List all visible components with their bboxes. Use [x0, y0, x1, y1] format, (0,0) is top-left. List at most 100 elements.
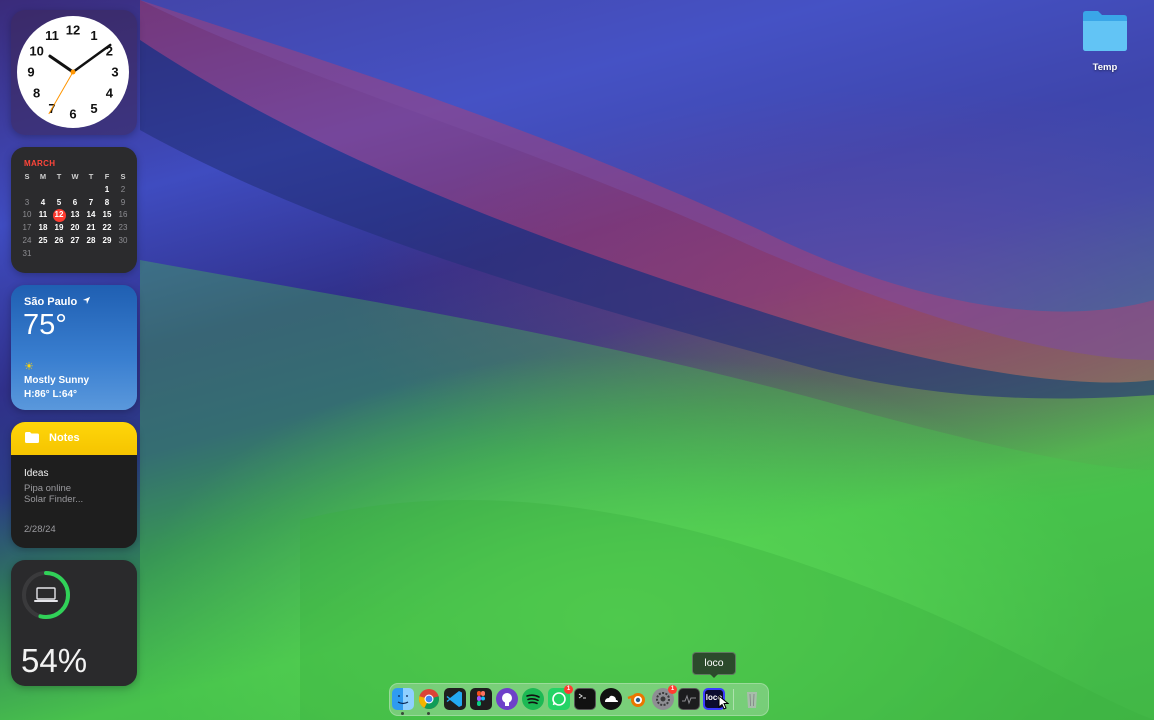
whatsapp-icon[interactable]: 1	[548, 685, 573, 710]
calendar-day	[19, 184, 35, 197]
clock-number: 10	[29, 44, 43, 59]
calendar-weekday: T	[88, 172, 94, 181]
trash-icon[interactable]	[741, 688, 763, 710]
wallpaper	[140, 0, 1154, 720]
clock-center	[70, 69, 76, 75]
dock-separator	[733, 689, 734, 710]
weather-condition: Mostly Sunny	[24, 375, 90, 386]
calendar-month: MARCH	[24, 159, 56, 168]
calendar-day: 31	[22, 248, 32, 258]
chrome-icon[interactable]	[418, 688, 440, 710]
clock-number: 3	[111, 65, 118, 80]
clock-widget[interactable]: 121234567891011	[11, 10, 137, 135]
analog-clock: 121234567891011	[17, 16, 129, 128]
clock-number: 12	[66, 23, 80, 38]
folder-icon	[1083, 11, 1127, 51]
battery-ring	[22, 571, 70, 619]
clock-number: 5	[90, 101, 97, 116]
calendar-day	[51, 248, 67, 261]
notes-header-title: Notes	[49, 432, 80, 444]
terminal-icon[interactable]	[574, 688, 596, 710]
note-title: Ideas	[24, 468, 49, 479]
dock: 1 1 loco	[389, 683, 769, 716]
calendar-day: 19	[54, 223, 64, 233]
spotify-icon[interactable]	[522, 688, 544, 710]
notification-badge: 1	[668, 685, 677, 694]
weather-city: São Paulo	[24, 296, 91, 308]
github-icon[interactable]	[496, 688, 518, 710]
calendar-day	[115, 248, 131, 261]
calendar-day: 11	[38, 210, 48, 220]
settings-gear-icon[interactable]: 1	[652, 685, 677, 710]
calendar-day	[67, 184, 83, 197]
calendar-day: 14	[86, 210, 96, 220]
calendar-week-row: 12	[19, 184, 131, 197]
calendar-day: 4	[40, 197, 46, 207]
calendar-day: 8	[104, 197, 110, 207]
calendar-day: 20	[70, 223, 80, 233]
note-date: 2/28/24	[24, 524, 56, 535]
clock-number: 6	[69, 107, 76, 122]
calendar-weekday: W	[71, 172, 79, 181]
battery-percent: 54%	[21, 642, 88, 679]
calendar-weekday: M	[39, 172, 47, 181]
calendar-week-row: 10 11 12 13 14 15 16	[19, 209, 131, 223]
calendar-week-row: 3456789	[19, 197, 131, 210]
calendar-day	[99, 248, 115, 261]
clock-number: 11	[45, 28, 59, 43]
running-indicator	[427, 712, 430, 715]
cloud-app-icon[interactable]	[600, 688, 622, 710]
battery-widget[interactable]: 54%	[11, 560, 137, 686]
calendar-day	[83, 184, 99, 197]
calendar-day	[35, 248, 51, 261]
calendar-weekday-row: SMTWTFS	[19, 171, 131, 184]
running-indicator	[401, 712, 404, 715]
calendar-day: 17	[22, 223, 32, 233]
clock-number: 8	[33, 86, 40, 101]
calendar-week-row: 24 25 26 27 28 29 30	[19, 235, 131, 248]
dock-tooltip: loco	[692, 652, 736, 678]
folder-icon	[25, 432, 39, 443]
calendar-week-row: 31	[19, 248, 131, 261]
calendar-day: 18	[38, 223, 48, 233]
calendar-day: 25	[38, 235, 48, 245]
desktop-folder-temp[interactable]: Temp	[1080, 10, 1130, 75]
calendar-day: 24	[22, 235, 32, 245]
calendar-day: 10	[22, 210, 32, 220]
desktop: 121234567891011 MARCH SMTWTFS12345678910…	[0, 0, 1154, 720]
sun-icon: ☀	[24, 361, 34, 373]
calendar-today: 12	[51, 209, 67, 223]
calendar-widget[interactable]: MARCH S M T W T F S 1 2 3 4 5 6 7 8 9 10 11 12 13 14 15 16 17 18…	[11, 147, 137, 273]
calendar-day: 7	[88, 197, 94, 207]
weather-high-low: H:86° L:64°	[24, 389, 78, 400]
calendar-day: 3	[24, 197, 30, 207]
notes-widget[interactable]: Notes Ideas Pipa online Solar Finder... …	[11, 422, 137, 548]
calendar-day: 23	[118, 223, 128, 233]
calendar-day: 1	[104, 184, 110, 194]
weather-widget[interactable]: São Paulo 75° ☀ Mostly Sunny H:86° L:64°	[11, 285, 137, 410]
clock-number: 1	[90, 28, 97, 43]
calendar-day	[67, 248, 83, 261]
desktop-folder-label: Temp	[1092, 62, 1118, 73]
note-line: Pipa online	[24, 483, 72, 494]
calendar-day: 13	[70, 210, 80, 220]
blender-icon[interactable]	[626, 688, 648, 710]
finder-icon[interactable]	[392, 688, 414, 710]
activity-monitor-icon[interactable]	[678, 688, 700, 710]
vscode-icon[interactable]	[444, 688, 466, 710]
notes-header: Notes	[11, 422, 137, 455]
calendar-day: 26	[54, 235, 64, 245]
calendar-day: 29	[102, 235, 112, 245]
calendar-day: 9	[120, 197, 126, 207]
calendar-grid: S M T W T F S 1 2 3 4 5 6 7 8 9 10 11 12 13 14 15 16 17 18 19 20 21…	[19, 171, 131, 261]
calendar-day: 6	[72, 197, 78, 207]
calendar-weekday: T	[56, 172, 62, 181]
mouse-cursor-icon	[718, 695, 729, 710]
calendar-day: 21	[86, 223, 96, 233]
calendar-day: 16	[118, 210, 128, 220]
calendar-day	[83, 248, 99, 261]
calendar-weekday: S	[120, 172, 126, 181]
figma-icon[interactable]	[470, 688, 492, 710]
calendar-weekday: S	[24, 172, 30, 181]
calendar-day	[51, 184, 67, 197]
